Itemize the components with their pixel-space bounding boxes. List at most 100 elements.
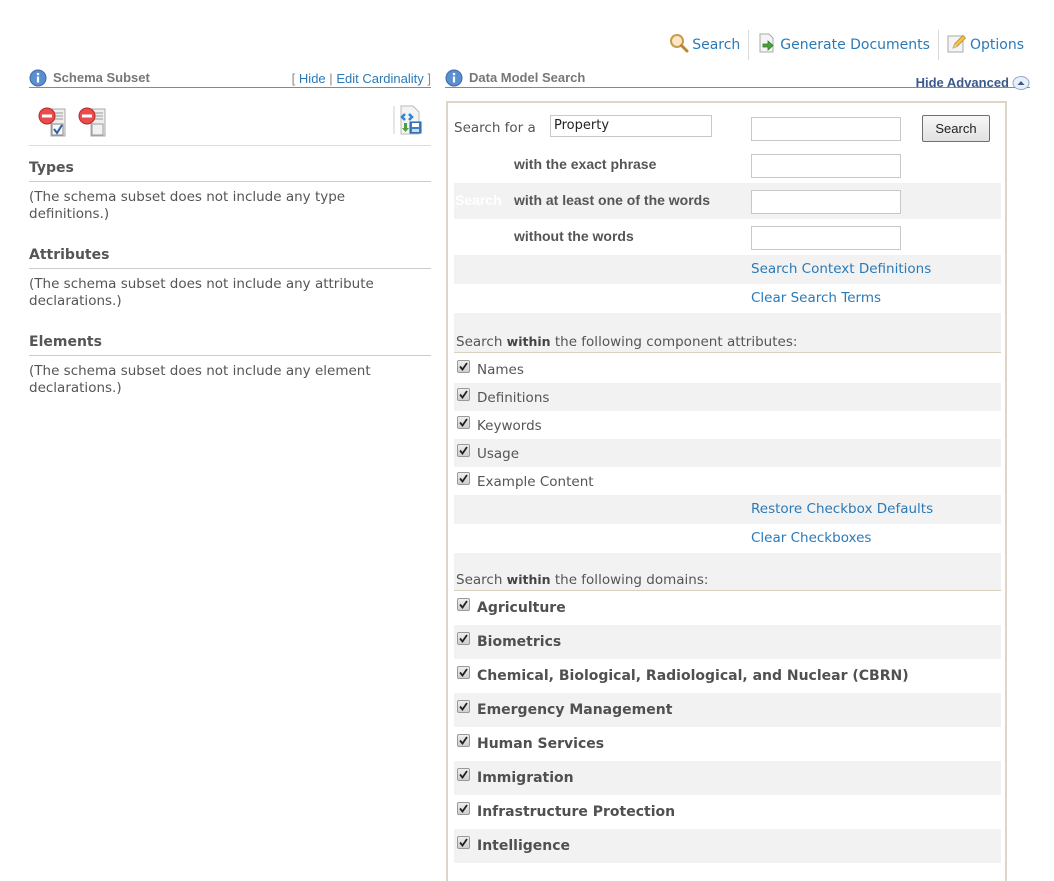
domain-row: Intelligence: [454, 829, 1001, 863]
domain-checkbox[interactable]: [457, 734, 470, 747]
divider: [454, 352, 1001, 353]
attribute-label: Names: [477, 362, 524, 378]
clear-search-terms-link[interactable]: Clear Search Terms: [751, 290, 881, 306]
domain-row: Infrastructure Protection: [454, 795, 1001, 829]
search-for-label: Search for a: [454, 120, 536, 136]
without-words-input[interactable]: [751, 226, 901, 250]
bracket: [: [291, 71, 296, 86]
names-checkbox[interactable]: [457, 360, 470, 373]
attribute-row: Names: [454, 355, 1001, 383]
domains-group-title: Search within the following domains:: [456, 572, 708, 588]
collapse-up-icon: [1012, 74, 1030, 93]
domain-row: Chemical, Biological, Radiological, and …: [454, 659, 1001, 693]
definitions-checkbox[interactable]: [457, 388, 470, 401]
domain-label: Immigration: [477, 770, 574, 786]
ghost-search-label: Search: [455, 192, 502, 208]
attribute-label: Definitions: [477, 390, 550, 406]
schema-subset-header: Schema Subset [ Hide | Edit Cardinality …: [29, 68, 431, 88]
top-toolbar: Search Generate Documents Options: [661, 30, 1024, 60]
restore-checkbox-defaults-link[interactable]: Restore Checkbox Defaults: [751, 501, 933, 517]
search-context-definitions-link[interactable]: Search Context Definitions: [751, 261, 931, 277]
schema-actions-row: [29, 88, 431, 146]
separator: |: [329, 71, 333, 86]
bracket: ]: [427, 71, 431, 86]
pencil-icon: [947, 33, 970, 57]
domain-checkbox[interactable]: [457, 802, 470, 815]
generate-documents-link[interactable]: Generate Documents: [749, 30, 938, 60]
domain-row: Immigration: [454, 761, 1001, 795]
usage-checkbox[interactable]: [457, 444, 470, 457]
domain-checkbox[interactable]: [457, 666, 470, 679]
options-label: Options: [969, 37, 1024, 53]
exact-phrase-input[interactable]: [751, 154, 901, 178]
hide-link[interactable]: Hide: [299, 71, 326, 86]
domain-label: Intelligence: [477, 838, 571, 854]
attribute-row: Definitions: [454, 383, 1001, 411]
types-title: Types: [29, 146, 431, 182]
data-model-search-header: Data Model Search Hide Advanced: [445, 68, 1030, 90]
title-pre: Search: [456, 572, 507, 588]
example-content-checkbox[interactable]: [457, 472, 470, 485]
magnifier-icon: [669, 33, 692, 57]
domain-row: Human Services: [454, 727, 1001, 761]
hide-advanced-label: Hide Advanced: [915, 74, 1009, 90]
generate-documents-label: Generate Documents: [780, 37, 930, 53]
at-least-one-row: Search with at least one of the words: [454, 183, 1001, 219]
title-bold: within: [506, 334, 551, 349]
domain-label: Infrastructure Protection: [477, 804, 676, 820]
remove-checked-icon[interactable]: [37, 106, 69, 142]
attributes-group-header: Search within the following component at…: [454, 313, 1001, 352]
options-link[interactable]: Options: [939, 30, 1024, 60]
domain-checkbox[interactable]: [457, 768, 470, 781]
domain-checkbox[interactable]: [457, 632, 470, 645]
attributes-empty-text: (The schema subset does not include any …: [29, 276, 374, 309]
attribute-row: Keywords: [454, 411, 1001, 439]
without-words-label: without the words: [514, 228, 634, 244]
edit-cardinality-link[interactable]: Edit Cardinality: [336, 71, 423, 86]
search-link[interactable]: Search: [661, 30, 748, 60]
types-section: Types (The schema subset does not includ…: [29, 146, 431, 223]
domain-checkbox[interactable]: [457, 836, 470, 849]
at-least-one-input[interactable]: [751, 190, 901, 214]
context-definitions-row: Search Context Definitions: [454, 255, 1001, 284]
hide-advanced-toggle[interactable]: Hide Advanced: [916, 71, 1030, 93]
attribute-row: Usage: [454, 439, 1001, 467]
domain-checkbox[interactable]: [457, 700, 470, 713]
title-post: the following domains:: [550, 572, 709, 588]
attributes-title: Attributes: [29, 233, 431, 269]
info-icon[interactable]: [29, 69, 47, 90]
search-button[interactable]: Search: [922, 115, 990, 142]
domain-label: Human Services: [477, 736, 605, 752]
search-terms-input[interactable]: [751, 117, 901, 141]
domain-checkbox[interactable]: [457, 598, 470, 611]
attributes-section: Attributes (The schema subset does not i…: [29, 233, 431, 310]
without-words-row: without the words: [454, 219, 1001, 255]
data-model-search-panel: Data Model Search Hide Advanced: [445, 68, 1030, 90]
domain-row: Biometrics: [454, 625, 1001, 659]
schema-subset-links: [ Hide | Edit Cardinality ]: [292, 71, 431, 86]
search-link-label: Search: [692, 37, 741, 53]
info-icon[interactable]: [445, 69, 463, 90]
domain-row: Agriculture: [454, 591, 1001, 625]
data-model-search-title: Data Model Search: [469, 70, 586, 85]
attribute-label: Example Content: [477, 474, 594, 490]
title-bold: within: [506, 572, 551, 587]
restore-defaults-row: Restore Checkbox Defaults: [454, 495, 1001, 524]
exact-phrase-label: with the exact phrase: [514, 156, 657, 172]
schema-subset-title: Schema Subset: [53, 70, 150, 85]
export-schema-icon[interactable]: [393, 104, 425, 140]
elements-section: Elements (The schema subset does not inc…: [29, 320, 431, 397]
search-type-select[interactable]: Property: [550, 115, 712, 137]
attribute-label: Keywords: [477, 418, 542, 434]
domain-row: Emergency Management: [454, 693, 1001, 727]
keywords-checkbox[interactable]: [457, 416, 470, 429]
types-empty-text: (The schema subset does not include any …: [29, 189, 346, 222]
remove-unchecked-icon[interactable]: [77, 106, 109, 142]
clear-checkboxes-row: Clear Checkboxes: [454, 524, 1001, 553]
domain-label: Agriculture: [477, 600, 566, 616]
advanced-search-form: Search for a Property Search with the ex…: [446, 101, 1007, 881]
elements-empty-text: (The schema subset does not include any …: [29, 363, 371, 396]
clear-checkboxes-link[interactable]: Clear Checkboxes: [751, 530, 871, 546]
clear-search-terms-row: Clear Search Terms: [454, 284, 1001, 313]
attribute-row: Example Content: [454, 467, 1001, 495]
